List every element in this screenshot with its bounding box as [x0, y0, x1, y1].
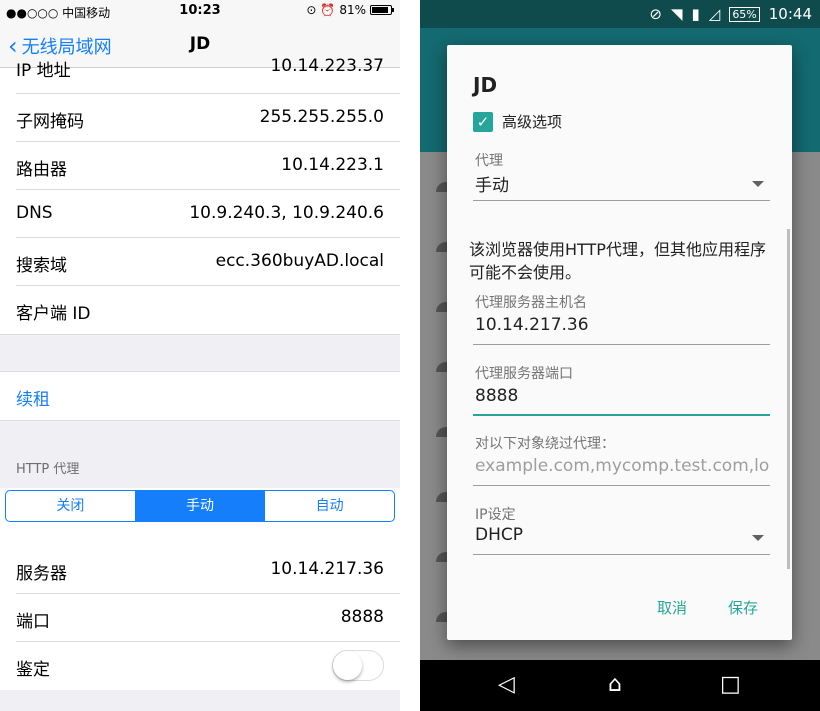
row-label: 搜索域 — [16, 256, 67, 276]
proxy-port-input[interactable]: 8888 — [473, 386, 770, 416]
section-header-label: HTTP 代理 — [16, 462, 80, 477]
row-value: 8888 — [340, 607, 384, 627]
row-label: 子网掩码 — [16, 112, 84, 132]
row-ip-address: IP 地址 10.14.223.37 — [0, 56, 400, 94]
back-triangle-icon[interactable]: ◁ — [498, 674, 515, 696]
renew-lease-button[interactable]: 续租 — [0, 372, 400, 420]
segment-auto[interactable]: 自动 — [265, 491, 394, 521]
row-authentication: 鉴定 — [0, 642, 400, 690]
checkmark-icon: ✓ — [473, 111, 493, 132]
battery-percent: 81% — [339, 3, 366, 17]
ip-settings-select[interactable]: DHCP — [473, 525, 770, 555]
proxy-host-input[interactable]: 10.14.217.36 — [473, 315, 770, 345]
row-value: 10.9.240.3, 10.9.240.6 — [189, 203, 384, 223]
proxy-select[interactable]: 手动 — [473, 171, 770, 201]
proxy-mode-container: 关闭 手动 自动 — [0, 488, 400, 546]
bypass-label: 对以下对象绕过代理： — [475, 436, 615, 452]
host-label: 代理服务器主机名 — [475, 295, 587, 311]
row-value: ecc.360buyAD.local — [215, 251, 384, 271]
authentication-toggle[interactable] — [332, 650, 384, 681]
renew-lease-label: 续租 — [16, 390, 50, 410]
proxy-mode-segmented-control: 关闭 手动 自动 — [5, 490, 395, 522]
proxy-select-value: 手动 — [475, 176, 509, 196]
status-right-group: ⊙ ⏰ 81% — [306, 3, 394, 17]
row-label: 服务器 — [16, 564, 67, 584]
toggle-knob — [333, 651, 362, 680]
checkbox-label: 高级选项 — [502, 113, 563, 131]
row-client-id: 客户端 ID — [0, 286, 400, 334]
dropdown-arrow-icon — [752, 181, 764, 187]
segment-off[interactable]: 关闭 — [6, 491, 136, 521]
sim-icon: ▮ — [691, 5, 700, 23]
battery-indicator: 65% — [729, 6, 760, 22]
port-label: 代理服务器端口 — [475, 366, 573, 382]
section-gap — [0, 334, 400, 372]
row-value: 10.14.217.36 — [270, 559, 384, 579]
row-value: 10.14.223.1 — [281, 155, 384, 175]
row-label: 鉴定 — [16, 660, 50, 680]
rotation-lock-icon: ⊙ — [306, 3, 317, 17]
row-dns: DNS 10.9.240.3, 10.9.240.6 — [0, 190, 400, 238]
page-title: JD — [189, 34, 211, 54]
row-search-domain: 搜索域 ecc.360buyAD.local — [0, 238, 400, 286]
row-subnet-mask: 子网掩码 255.255.255.0 — [0, 94, 400, 142]
do-not-disturb-icon: ⊘ — [649, 5, 662, 23]
home-icon[interactable]: ⌂ — [608, 674, 622, 696]
wifi-config-dialog: JD ✓ 高级选项 代理 手动 该浏览器使用HTTP代理，但其他应用程序可能不会… — [447, 45, 792, 640]
row-label: IP 地址 — [16, 61, 71, 81]
battery-icon — [370, 5, 394, 15]
http-proxy-section-header: HTTP 代理 — [0, 420, 400, 488]
recents-square-icon[interactable]: □ — [720, 674, 741, 696]
row-proxy-port[interactable]: 端口 8888 — [0, 594, 400, 642]
ios-status-bar: ●●○○○ 中国移动 10:23 ⊙ ⏰ 81% — [0, 0, 400, 22]
android-status-bar: ⊘ ◥ ▮ ◿ 65% 10:44 — [420, 0, 820, 28]
ios-settings-list: IP 地址 10.14.223.37 子网掩码 255.255.255.0 路由… — [0, 56, 400, 690]
screen: ●●○○○ 中国移动 10:23 ⊙ ⏰ 81% ‹ 无线局域网 JD IP 地… — [0, 0, 820, 711]
ios-wifi-detail-screen: ●●○○○ 中国移动 10:23 ⊙ ⏰ 81% ‹ 无线局域网 JD IP 地… — [0, 0, 400, 711]
row-label: 端口 — [16, 612, 50, 632]
ip-settings-label: IP设定 — [475, 507, 516, 523]
alarm-icon: ⏰ — [320, 3, 336, 17]
android-navigation-bar: ◁ ⌂ □ — [420, 660, 820, 711]
proxy-label: 代理 — [475, 153, 503, 169]
row-proxy-server[interactable]: 服务器 10.14.217.36 — [0, 546, 400, 594]
advanced-options-checkbox[interactable]: ✓ 高级选项 — [473, 111, 562, 132]
wifi-icon: ◥ — [670, 5, 683, 23]
save-button[interactable]: 保存 — [728, 597, 758, 618]
scrollbar[interactable] — [787, 229, 790, 569]
row-value: 10.14.223.37 — [270, 56, 384, 76]
row-label: 路由器 — [16, 160, 67, 180]
row-router: 路由器 10.14.223.1 — [0, 142, 400, 190]
dialog-title: JD — [473, 73, 498, 97]
row-label: DNS — [16, 203, 53, 223]
proxy-warning-text: 该浏览器使用HTTP代理，但其他应用程序可能不会使用。 — [469, 240, 766, 282]
android-wifi-dialog-screen: ⊘ ◥ ▮ ◿ 65% 10:44 JD ✓ 高级选项 代理 手动 该浏览器使用… — [420, 0, 820, 711]
status-time: 10:44 — [768, 5, 812, 23]
row-value: 255.255.255.0 — [259, 107, 384, 127]
row-label: 客户端 ID — [16, 304, 91, 324]
status-right-group: ⊘ ◥ ▮ ◿ 65% 10:44 — [649, 5, 812, 23]
cancel-button[interactable]: 取消 — [657, 597, 687, 618]
segment-manual[interactable]: 手动 — [135, 491, 266, 521]
ip-settings-value: DHCP — [475, 525, 523, 545]
dropdown-arrow-icon — [752, 535, 764, 541]
signal-icon: ◿ — [708, 5, 721, 23]
bypass-input[interactable]: example.com,mycomp.test.com,lo — [473, 456, 770, 486]
